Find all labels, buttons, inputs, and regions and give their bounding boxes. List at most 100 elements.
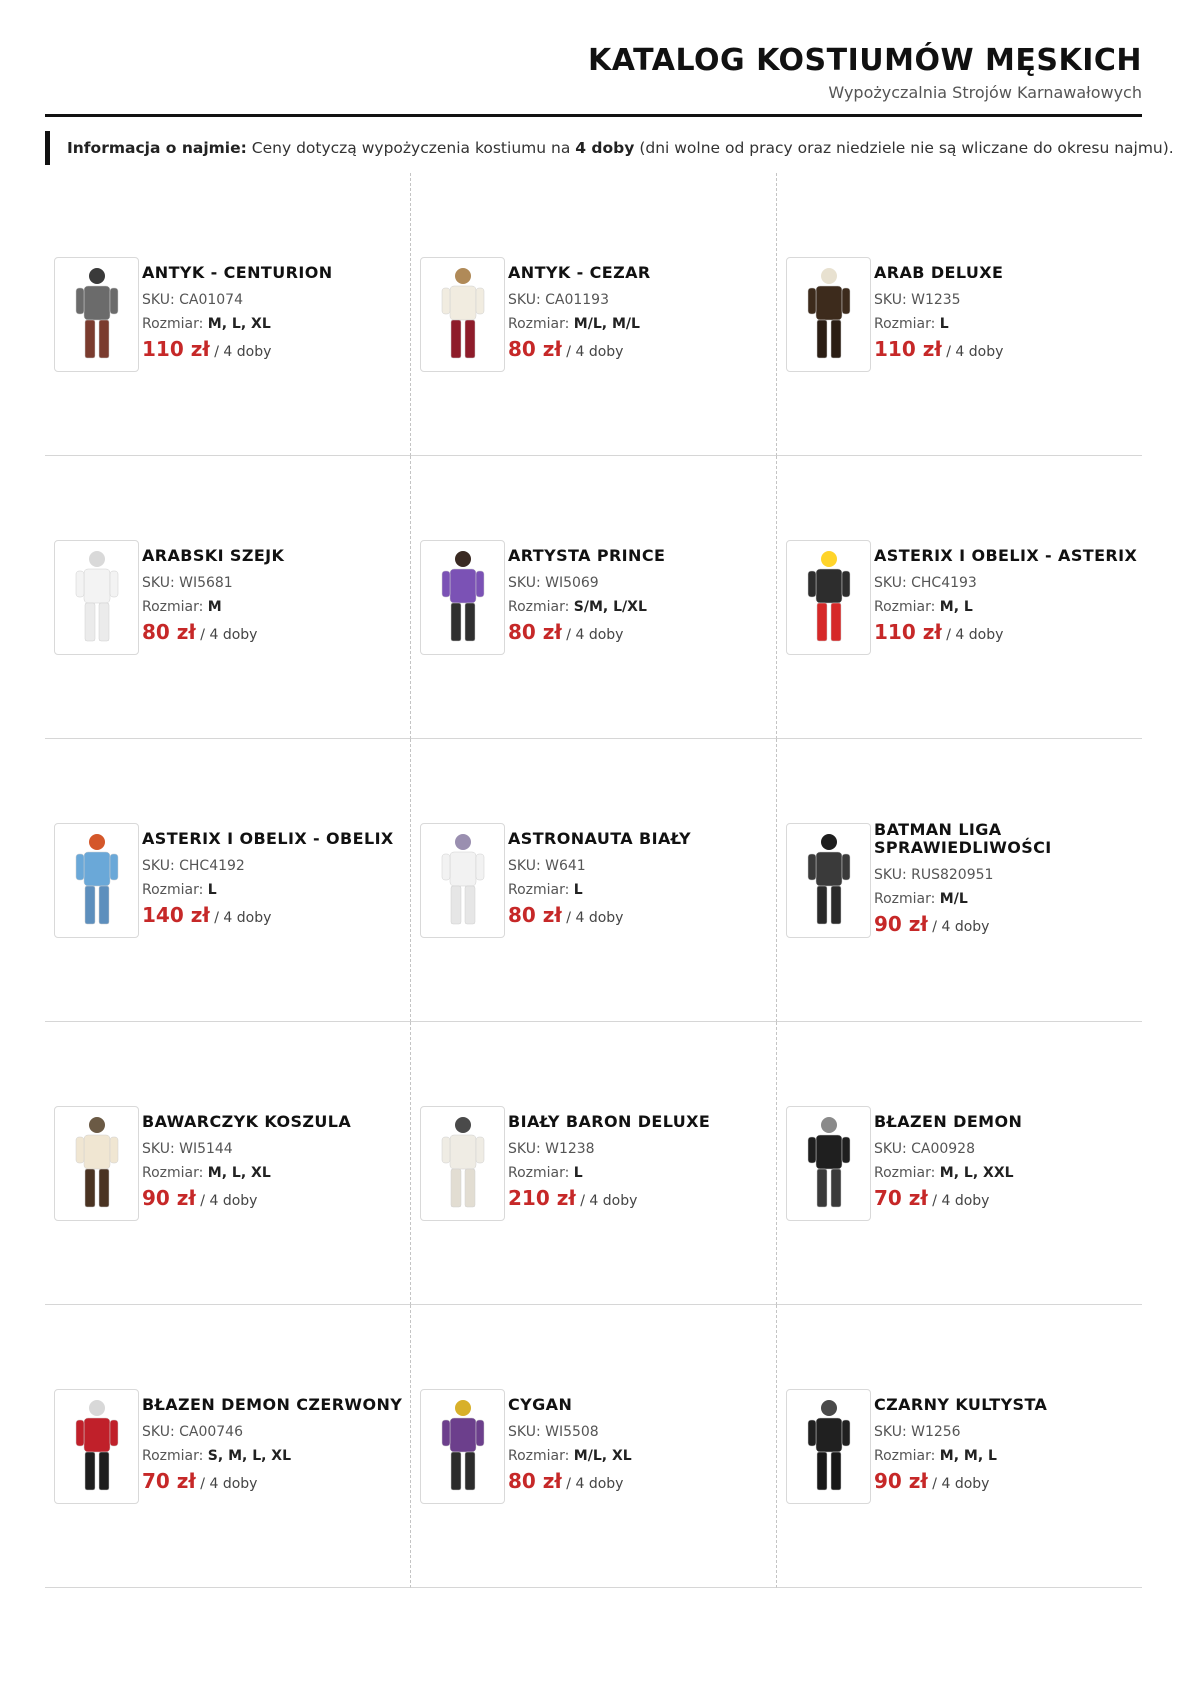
product-sku: SKU: CHC4192 (142, 854, 394, 878)
product-card[interactable]: CYGAN SKU: WI5508 Rozmiar: M/L, XL 80 zł / … (411, 1305, 777, 1588)
sku-value: W1235 (911, 291, 961, 308)
product-sizes: Rozmiar: L (508, 1161, 710, 1185)
product-price: 90 zł / 4 doby (142, 1185, 351, 1214)
product-price: 70 zł / 4 doby (874, 1185, 1022, 1214)
product-details: ARTYSTA PRINCE SKU: WI5069 Rozmiar: S/M, L… (508, 546, 665, 648)
product-details: BAWARCZYK KOSZULA SKU: WI5144 Rozmiar: M, … (142, 1112, 351, 1214)
product-card[interactable]: ANTYK - CEZAR SKU: CA01193 Rozmiar: M/L, M… (411, 173, 777, 456)
centurion-costume-icon (75, 268, 118, 359)
size-label: Rozmiar: (508, 598, 574, 615)
product-thumbnail[interactable] (420, 822, 505, 938)
product-name[interactable]: ARABSKI SZEJK (142, 546, 284, 565)
size-value: M, M, L (939, 1447, 997, 1464)
product-card[interactable]: CZARNY KULTYSTA SKU: W1256 Rozmiar: M, M, … (777, 1305, 1142, 1588)
price-amount: 210 zł (508, 1185, 576, 1210)
product-card[interactable]: ANTYK - CENTURION SKU: CA01074 Rozmiar: M,… (45, 173, 411, 456)
sku-label: SKU: (508, 857, 546, 874)
product-card[interactable]: ASTERIX I OBELIX - ASTERIX SKU: CHC4193 Ro… (777, 456, 1142, 739)
product-thumbnail[interactable] (54, 1388, 139, 1504)
size-value: L (573, 1164, 583, 1181)
size-value: M, L, XXL (939, 1164, 1014, 1181)
sku-value: W1238 (545, 1140, 595, 1157)
sku-value: W1256 (911, 1423, 961, 1440)
page-header: KATALOG KOSTIUMÓW MĘSKICH Wypożyczalnia … (45, 42, 1142, 102)
product-name[interactable]: BIAŁY BARON DELUXE (508, 1112, 710, 1131)
product-card[interactable]: BŁAZEN DEMON CZERWONY SKU: CA00746 Rozmiar… (45, 1305, 411, 1588)
product-sku: SKU: WI5508 (508, 1420, 632, 1444)
product-card[interactable]: ASTERIX I OBELIX - OBELIX SKU: CHC4192 Roz… (45, 739, 411, 1022)
product-name[interactable]: ANTYK - CENTURION (142, 263, 333, 282)
product-card[interactable]: ASTRONAUTA BIAŁY SKU: W641 Rozmiar: L 80 zł… (411, 739, 777, 1022)
batman-costume-icon (807, 834, 850, 925)
product-thumbnail[interactable] (54, 539, 139, 655)
product-thumbnail[interactable] (54, 256, 139, 372)
product-name[interactable]: CYGAN (508, 1395, 632, 1414)
product-thumbnail[interactable] (786, 256, 871, 372)
price-amount: 110 zł (142, 336, 210, 361)
sku-value: RUS820951 (911, 866, 994, 883)
product-details: BATMAN LIGA SPRAWIEDLIWOŚCI SKU: RUS82095… (874, 820, 1142, 940)
product-name[interactable]: CZARNY KULTYSTA (874, 1395, 1047, 1414)
product-name[interactable]: BATMAN LIGA SPRAWIEDLIWOŚCI (874, 820, 1142, 857)
price-amount: 110 zł (874, 336, 942, 361)
sheikh-costume-icon (75, 551, 118, 642)
product-thumbnail[interactable] (786, 1105, 871, 1221)
sku-label: SKU: (142, 291, 180, 308)
product-price: 110 zł / 4 doby (874, 619, 1137, 648)
product-details: ASTERIX I OBELIX - ASTERIX SKU: CHC4193 Ro… (874, 546, 1137, 648)
product-card[interactable]: BATMAN LIGA SPRAWIEDLIWOŚCI SKU: RUS82095… (777, 739, 1142, 1022)
rental-info-label: Informacja o najmie: (67, 139, 247, 157)
product-sizes: Rozmiar: M (142, 595, 284, 619)
product-price: 110 zł / 4 doby (874, 336, 1003, 365)
product-thumbnail[interactable] (420, 539, 505, 655)
product-thumbnail[interactable] (54, 1105, 139, 1221)
price-amount: 70 zł (874, 1185, 928, 1210)
product-thumbnail[interactable] (420, 256, 505, 372)
product-card[interactable]: BIAŁY BARON DELUXE SKU: W1238 Rozmiar: L 21… (411, 1022, 777, 1305)
product-card[interactable]: BŁAZEN DEMON SKU: CA00928 Rozmiar: M, L, X… (777, 1022, 1142, 1305)
product-card[interactable]: BAWARCZYK KOSZULA SKU: WI5144 Rozmiar: M, … (45, 1022, 411, 1305)
product-thumbnail[interactable] (786, 539, 871, 655)
sku-value: CHC4192 (179, 857, 245, 874)
size-value: M (207, 598, 222, 615)
product-card[interactable]: ARAB DELUXE SKU: W1235 Rozmiar: L 110 zł / … (777, 173, 1142, 456)
product-details: BŁAZEN DEMON CZERWONY SKU: CA00746 Rozmiar… (142, 1395, 402, 1497)
size-label: Rozmiar: (874, 598, 940, 615)
product-name[interactable]: BŁAZEN DEMON (874, 1112, 1022, 1131)
product-sku: SKU: RUS820951 (874, 863, 1142, 887)
sku-value: WI5508 (545, 1423, 599, 1440)
rental-period: / 4 doby (561, 343, 624, 360)
rental-info-bar: Informacja o najmie: Ceny dotyczą wypoży… (45, 131, 1174, 165)
product-card[interactable]: ARABSKI SZEJK SKU: WI5681 Rozmiar: M 80 zł … (45, 456, 411, 739)
product-sku: SKU: CHC4193 (874, 571, 1137, 595)
size-value: M, L, XL (207, 1164, 271, 1181)
price-amount: 110 zł (874, 619, 942, 644)
product-sku: SKU: CA01193 (508, 288, 651, 312)
size-label: Rozmiar: (142, 881, 208, 898)
product-card[interactable]: ARTYSTA PRINCE SKU: WI5069 Rozmiar: S/M, L… (411, 456, 777, 739)
size-label: Rozmiar: (508, 1447, 574, 1464)
product-details: BŁAZEN DEMON SKU: CA00928 Rozmiar: M, L, X… (874, 1112, 1022, 1214)
product-name[interactable]: BŁAZEN DEMON CZERWONY (142, 1395, 402, 1414)
product-thumbnail[interactable] (420, 1388, 505, 1504)
product-name[interactable]: ASTERIX I OBELIX - ASTERIX (874, 546, 1137, 565)
product-name[interactable]: ARTYSTA PRINCE (508, 546, 665, 565)
sku-value: CA01193 (545, 291, 609, 308)
product-name[interactable]: BAWARCZYK KOSZULA (142, 1112, 351, 1131)
rental-period: / 4 doby (927, 1475, 990, 1492)
product-name[interactable]: ASTERIX I OBELIX - OBELIX (142, 829, 394, 848)
size-label: Rozmiar: (874, 315, 940, 332)
product-thumbnail[interactable] (420, 1105, 505, 1221)
product-sku: SKU: WI5069 (508, 571, 665, 595)
header-divider (45, 114, 1142, 117)
product-name[interactable]: ARAB DELUXE (874, 263, 1003, 282)
size-value: L (207, 881, 217, 898)
size-label: Rozmiar: (508, 315, 574, 332)
product-name[interactable]: ASTRONAUTA BIAŁY (508, 829, 691, 848)
product-price: 110 zł / 4 doby (142, 336, 333, 365)
product-thumbnail[interactable] (786, 1388, 871, 1504)
product-thumbnail[interactable] (54, 822, 139, 938)
price-amount: 90 zł (142, 1185, 196, 1210)
product-thumbnail[interactable] (786, 822, 871, 938)
product-name[interactable]: ANTYK - CEZAR (508, 263, 651, 282)
